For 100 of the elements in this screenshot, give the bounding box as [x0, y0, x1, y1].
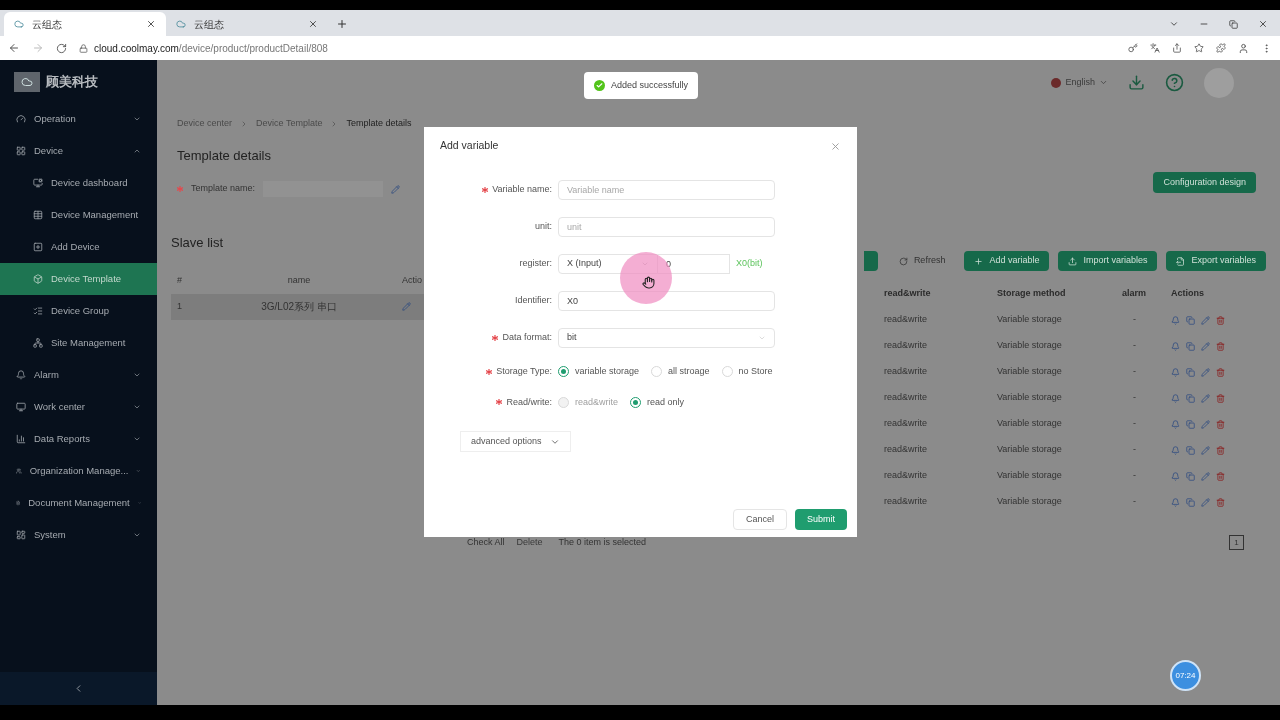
- delete-icon[interactable]: [1216, 341, 1225, 351]
- table-cell-text: Variable storage: [997, 339, 1063, 353]
- check-all-link[interactable]: Check All: [467, 535, 505, 550]
- sidebar-item[interactable]: Organization Manage...: [0, 455, 157, 487]
- text-field[interactable]: unit: [558, 217, 775, 237]
- chevron-icon[interactable]: [1169, 19, 1179, 29]
- sidebar-subitem[interactable]: Site Management: [0, 327, 157, 359]
- delete-icon[interactable]: [1216, 367, 1225, 377]
- share-icon[interactable]: [1172, 43, 1182, 53]
- selection-status: The 0 item is selected: [558, 535, 647, 549]
- page-button[interactable]: 1: [1229, 535, 1244, 550]
- sidebar-subitem[interactable]: Device Group: [0, 295, 157, 327]
- edit-icon[interactable]: [1201, 419, 1210, 429]
- column-header: Actio: [402, 273, 423, 287]
- copy-icon[interactable]: [1186, 497, 1195, 507]
- edit-icon[interactable]: [391, 184, 401, 194]
- configuration-button[interactable]: Configuration design: [1153, 172, 1256, 193]
- edit-icon[interactable]: [1201, 445, 1210, 455]
- sidebar-subitem[interactable]: Device dashboard: [0, 167, 157, 199]
- radio-option[interactable]: all stroage: [651, 365, 710, 379]
- sidebar-subitem[interactable]: Device Template: [0, 263, 157, 295]
- edit-icon[interactable]: [1201, 341, 1210, 351]
- sidebar-item[interactable]: System: [0, 519, 157, 551]
- copy-icon[interactable]: [1186, 445, 1195, 455]
- menu-item-icon: [16, 402, 26, 412]
- edit-icon[interactable]: [402, 302, 411, 311]
- text-field[interactable]: X0: [558, 291, 775, 311]
- alarm-icon[interactable]: [1171, 471, 1180, 481]
- alarm-icon[interactable]: [1171, 315, 1180, 325]
- address-url[interactable]: cloud.coolmay.com/device/product/productDetail/808: [94, 40, 328, 56]
- new-tab-icon[interactable]: [336, 18, 348, 30]
- sidebar-item[interactable]: Operation: [0, 103, 157, 135]
- sidebar-item[interactable]: Document Management: [0, 487, 157, 519]
- download-icon[interactable]: [1128, 74, 1145, 91]
- delete-icon[interactable]: [1216, 315, 1225, 325]
- radio-option[interactable]: no Store: [721, 365, 773, 379]
- copy-icon[interactable]: [1186, 393, 1195, 403]
- browser-tab[interactable]: 云组态: [166, 12, 328, 36]
- reload-icon[interactable]: [56, 42, 67, 54]
- alarm-icon[interactable]: [1171, 497, 1180, 507]
- forward-icon[interactable]: [32, 42, 44, 54]
- cancel-button[interactable]: Cancel: [732, 509, 787, 530]
- chevron-icon: [758, 334, 766, 342]
- delete-icon[interactable]: [1216, 445, 1225, 455]
- toolbar-button[interactable]: Import variables: [1058, 251, 1158, 271]
- toolbar-button[interactable]: Export variables: [1166, 251, 1266, 271]
- menu-item-icon: [33, 242, 43, 252]
- puzzle-icon[interactable]: [1216, 43, 1226, 53]
- alarm-icon[interactable]: [1171, 445, 1180, 455]
- close-icon[interactable]: [1258, 19, 1268, 29]
- sidebar-item[interactable]: Work center: [0, 391, 157, 423]
- alarm-icon[interactable]: [1171, 367, 1180, 377]
- edit-icon[interactable]: [1201, 471, 1210, 481]
- delete-icon[interactable]: [1216, 393, 1225, 403]
- star-icon[interactable]: [1194, 43, 1204, 53]
- toolbar-button[interactable]: Add variable: [964, 251, 1050, 271]
- close-icon[interactable]: [308, 19, 318, 29]
- copy-icon[interactable]: [1186, 471, 1195, 481]
- chevron-down-icon: [133, 371, 141, 379]
- alarm-icon[interactable]: [1171, 393, 1180, 403]
- toolbar-button[interactable]: Refresh: [888, 251, 956, 271]
- restore-icon[interactable]: [1229, 19, 1238, 29]
- cloud-icon: [176, 19, 186, 29]
- back-icon[interactable]: [8, 42, 20, 54]
- format-select[interactable]: bit: [558, 328, 775, 348]
- radio-option[interactable]: variable storage: [558, 365, 640, 379]
- browser-tab[interactable]: 云组态: [4, 12, 166, 36]
- advanced-options-button[interactable]: advanced options: [460, 431, 571, 452]
- alarm-icon[interactable]: [1171, 341, 1180, 351]
- delete-icon[interactable]: [1216, 419, 1225, 429]
- sidebar-item[interactable]: Alarm: [0, 359, 157, 391]
- edit-icon[interactable]: [1201, 393, 1210, 403]
- sidebar-subitem[interactable]: Device Management: [0, 199, 157, 231]
- copy-icon[interactable]: [1186, 315, 1195, 325]
- text-field[interactable]: Variable name: [558, 180, 775, 200]
- copy-icon[interactable]: [1186, 367, 1195, 377]
- profile-icon[interactable]: [1238, 42, 1249, 54]
- translate-icon[interactable]: [1150, 43, 1160, 53]
- table-cell-text: -: [1132, 339, 1137, 353]
- delete-icon[interactable]: [1216, 471, 1225, 481]
- copy-icon[interactable]: [1186, 419, 1195, 429]
- menu-item-icon: [33, 274, 43, 284]
- edit-icon[interactable]: [1201, 367, 1210, 377]
- copy-icon[interactable]: [1186, 341, 1195, 351]
- plus-icon: [974, 256, 984, 266]
- sidebar-item[interactable]: Device: [0, 135, 157, 167]
- edit-icon[interactable]: [1201, 315, 1210, 325]
- help-icon[interactable]: [1165, 73, 1184, 92]
- table-cell-text: read&write: [884, 469, 929, 483]
- field-label: Identifier:: [514, 294, 552, 308]
- delete-icon[interactable]: [1216, 497, 1225, 507]
- table-cell-text: -: [1132, 313, 1137, 327]
- edit-icon[interactable]: [1201, 497, 1210, 507]
- sidebar-item[interactable]: Data Reports: [0, 423, 157, 455]
- close-icon[interactable]: [146, 19, 156, 29]
- chevron-down-icon: [133, 403, 141, 411]
- key-icon[interactable]: [1128, 43, 1138, 53]
- radio-option[interactable]: read only: [630, 395, 685, 409]
- sidebar-subitem[interactable]: Add Device: [0, 231, 157, 263]
- alarm-icon[interactable]: [1171, 419, 1180, 429]
